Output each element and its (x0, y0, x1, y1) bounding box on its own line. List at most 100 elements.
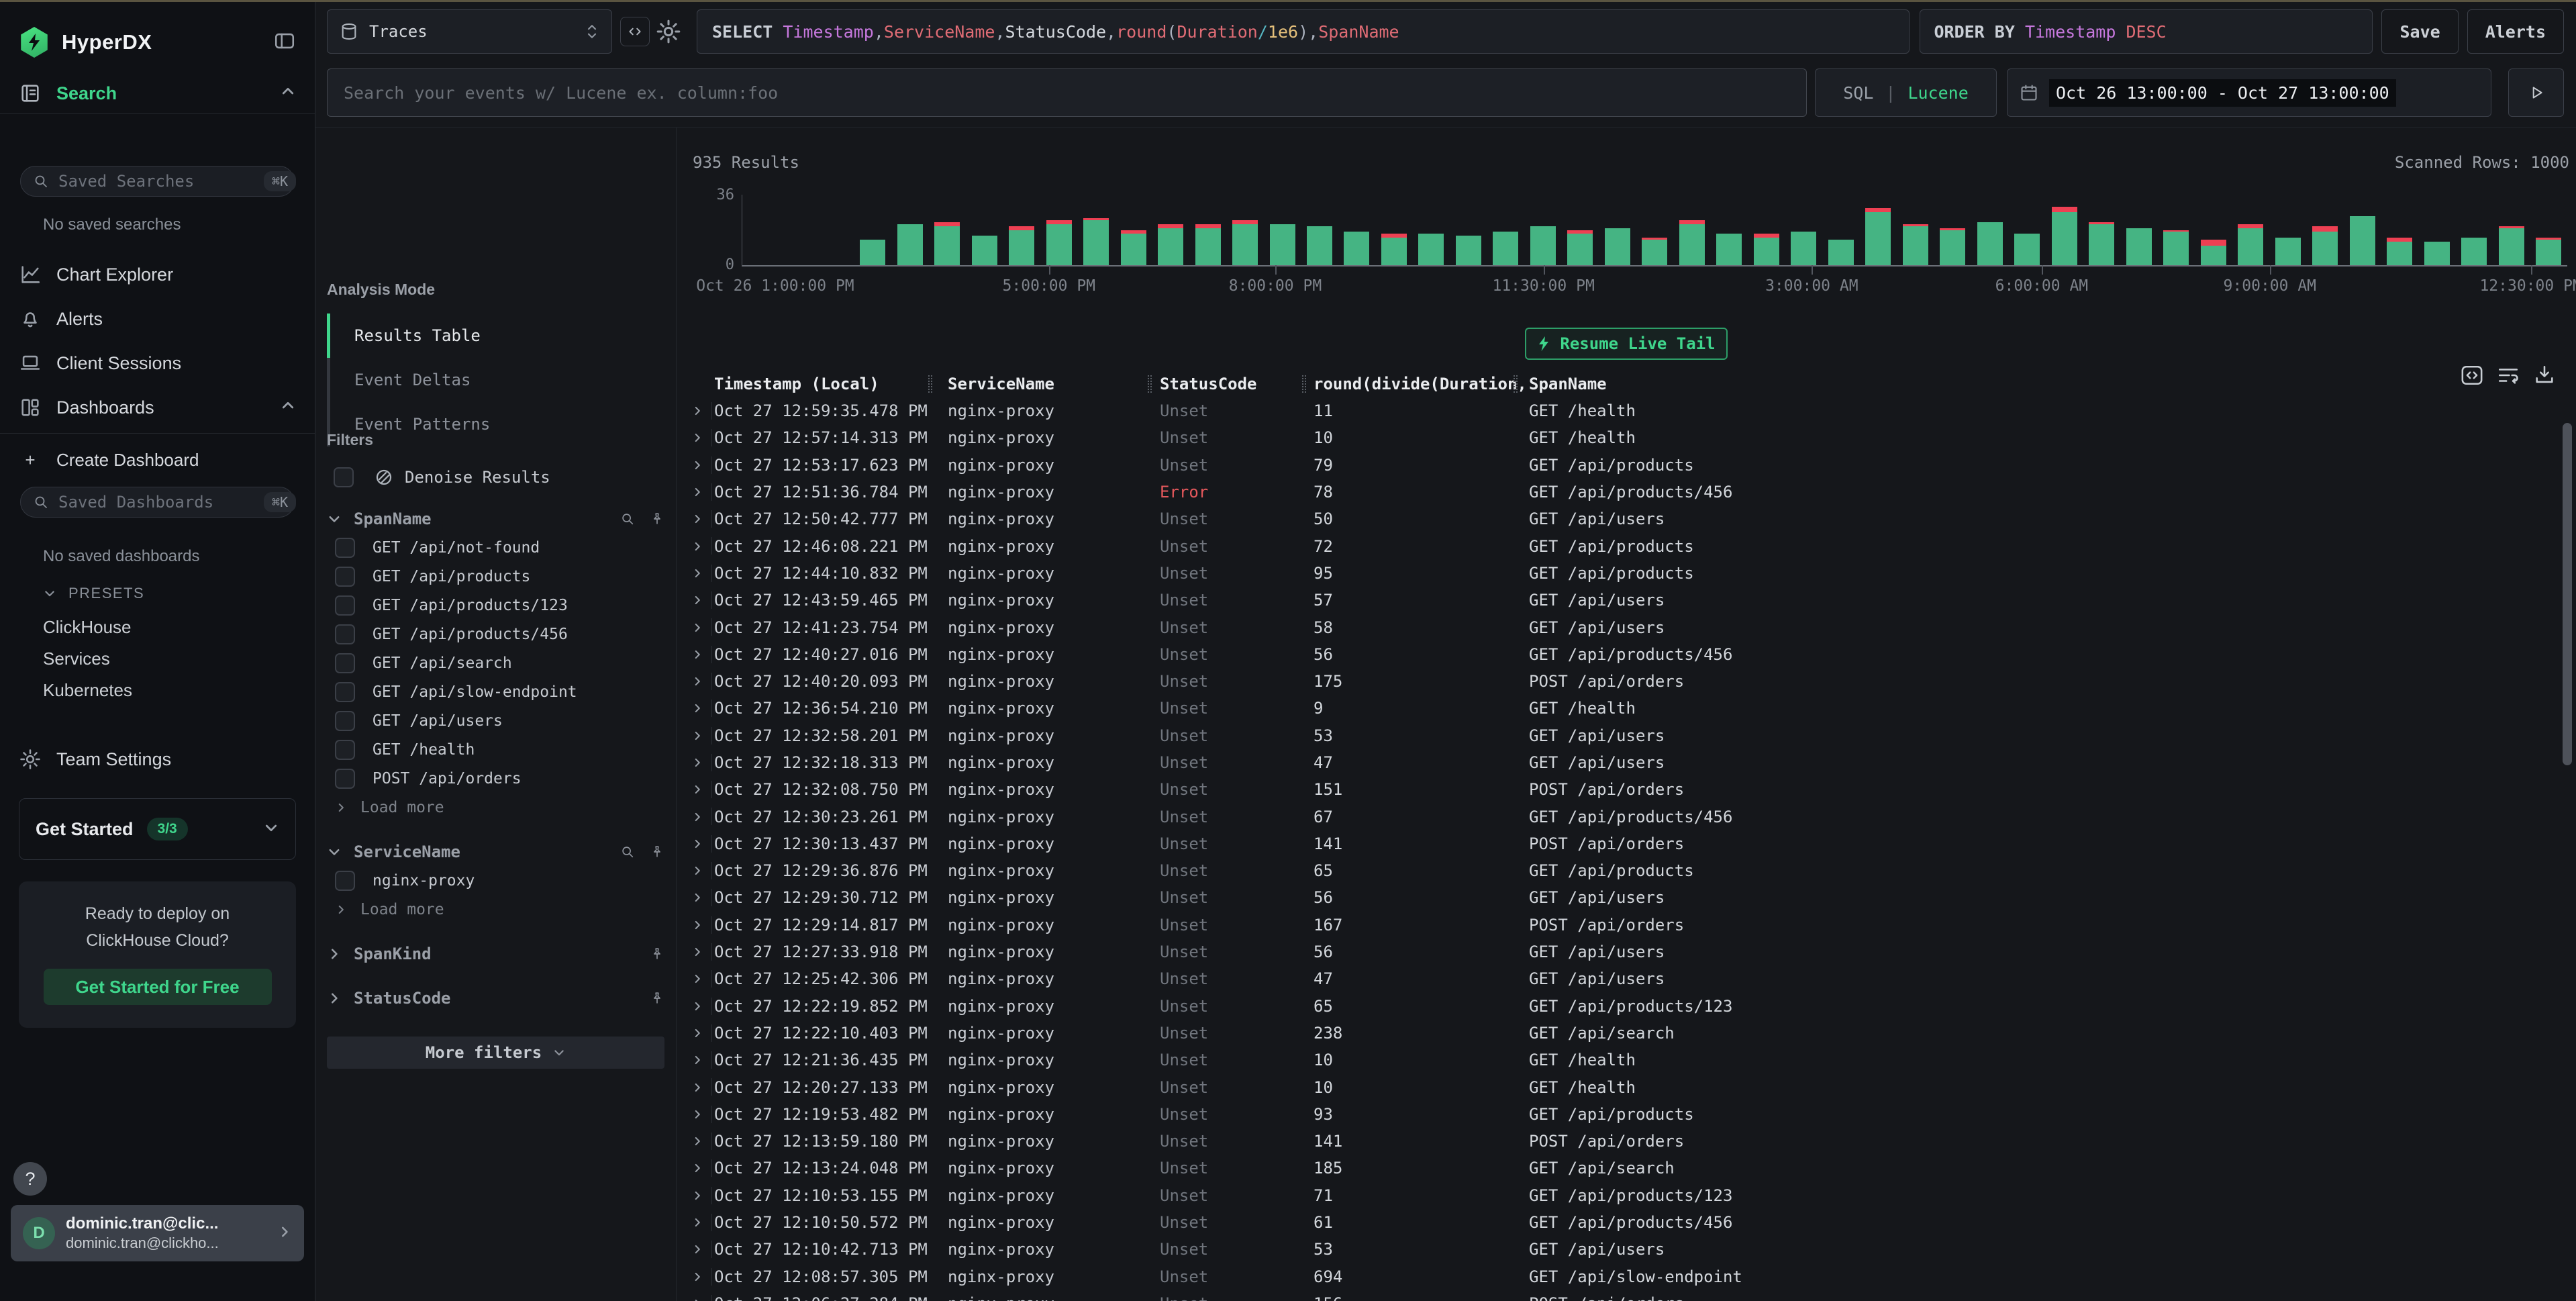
table-row[interactable]: Oct 27 12:10:50.572 PMnginx-proxyUnset61… (677, 1209, 2576, 1236)
histogram-bar[interactable] (2350, 216, 2375, 265)
search-input[interactable] (344, 83, 1790, 103)
presets-toggle[interactable]: PRESETS (43, 585, 315, 602)
table-row[interactable]: Oct 27 12:10:42.713 PMnginx-proxyUnset53… (677, 1236, 2576, 1263)
expand-row-icon[interactable] (691, 1271, 703, 1283)
table-row[interactable]: Oct 27 12:08:57.305 PMnginx-proxyUnset69… (677, 1263, 2576, 1290)
sidebar-item-client-sessions[interactable]: Client Sessions (0, 347, 315, 379)
histogram-bar[interactable] (1307, 226, 1332, 265)
table-row[interactable]: Oct 27 12:53:17.623 PMnginx-proxyUnset79… (677, 452, 2576, 479)
source-selector[interactable]: Traces (327, 9, 612, 54)
filter-option[interactable]: POST /api/orders (327, 764, 664, 793)
preset-kubernetes[interactable]: Kubernetes (43, 680, 132, 701)
create-dashboard-button[interactable]: + Create Dashboard (0, 444, 315, 476)
table-row[interactable]: Oct 27 12:30:23.261 PMnginx-proxyUnset67… (677, 803, 2576, 830)
checkbox[interactable] (334, 467, 354, 487)
denoise-results-toggle[interactable]: Denoise Results (334, 467, 550, 487)
filter-option[interactable]: GET /api/users (327, 706, 664, 735)
histogram-bar[interactable] (2163, 230, 2189, 265)
expand-row-icon[interactable] (691, 892, 703, 904)
sidebar-item-search[interactable]: Search (0, 77, 315, 109)
user-menu[interactable]: D dominic.tran@clic... dominic.tran@clic… (11, 1205, 304, 1261)
histogram-bar[interactable] (1121, 230, 1146, 265)
checkbox[interactable] (335, 682, 355, 702)
table-row[interactable]: Oct 27 12:36:54.210 PMnginx-proxyUnset9G… (677, 695, 2576, 722)
column-header-duration[interactable]: round(divide(Duration, (1314, 375, 1527, 393)
table-row[interactable]: Oct 27 12:43:59.465 PMnginx-proxyUnset57… (677, 587, 2576, 614)
histogram-bar[interactable] (2126, 228, 2152, 265)
histogram-bar[interactable] (1344, 232, 1369, 265)
checkbox[interactable] (335, 711, 355, 731)
sidebar-item-dashboards[interactable]: Dashboards (0, 391, 315, 424)
expand-row-icon[interactable] (691, 838, 703, 850)
expand-row-icon[interactable] (691, 459, 703, 471)
histogram-bar[interactable] (1716, 234, 1742, 265)
saved-searches-input[interactable]: ⌘K (20, 166, 295, 197)
sidebar-item-chart-explorer[interactable]: Chart Explorer (0, 258, 315, 291)
histogram-bar[interactable] (2536, 238, 2561, 265)
histogram-bar[interactable] (1530, 226, 1556, 265)
expand-row-icon[interactable] (691, 486, 703, 498)
alerts-button[interactable]: Alerts (2467, 9, 2564, 54)
table-row[interactable]: Oct 27 12:30:13.437 PMnginx-proxyUnset14… (677, 830, 2576, 857)
table-row[interactable]: Oct 27 12:13:59.180 PMnginx-proxyUnset14… (677, 1128, 2576, 1155)
table-row[interactable]: Oct 27 12:44:10.832 PMnginx-proxyUnset95… (677, 560, 2576, 587)
table-row[interactable]: Oct 27 12:06:27.284 PMnginx-proxyUnset15… (677, 1290, 2576, 1301)
histogram-bar[interactable] (1493, 232, 1518, 265)
expand-row-icon[interactable] (691, 702, 703, 714)
analysis-mode-event-patterns[interactable]: Event Patterns (354, 402, 490, 446)
select-query-input[interactable]: SELECT Timestamp,ServiceName,StatusCode,… (697, 9, 1910, 54)
table-row[interactable]: Oct 27 12:22:10.403 PMnginx-proxyUnset23… (677, 1020, 2576, 1047)
expand-row-icon[interactable] (691, 973, 703, 985)
source-settings-icon[interactable] (655, 18, 682, 45)
expand-row-icon[interactable] (691, 1108, 703, 1120)
histogram-bar[interactable] (1865, 208, 1891, 265)
table-row[interactable]: Oct 27 12:10:53.155 PMnginx-proxyUnset71… (677, 1182, 2576, 1209)
expand-row-icon[interactable] (691, 594, 703, 606)
expand-row-icon[interactable] (691, 1298, 703, 1301)
chevron-up-icon[interactable] (280, 83, 296, 104)
analysis-mode-results-table[interactable]: Results Table (354, 314, 490, 358)
pin-icon[interactable] (650, 512, 664, 526)
column-resize-handle[interactable] (1148, 375, 1152, 393)
sidebar-item-alerts[interactable]: Alerts (0, 303, 315, 335)
preset-clickhouse[interactable]: ClickHouse (43, 617, 132, 638)
table-row[interactable]: Oct 27 12:40:27.016 PMnginx-proxyUnset56… (677, 641, 2576, 668)
column-header-servicename[interactable]: ServiceName (948, 375, 1054, 393)
histogram-bar[interactable] (860, 240, 885, 265)
pin-icon[interactable] (650, 845, 664, 859)
histogram-bar[interactable] (1605, 228, 1630, 265)
checkbox[interactable] (335, 567, 355, 587)
expand-row-icon[interactable] (691, 1135, 703, 1147)
histogram-bar[interactable] (1418, 234, 1444, 265)
save-button[interactable]: Save (2381, 9, 2458, 54)
date-range-picker[interactable]: Oct 26 13:00:00 - Oct 27 13:00:00 (2007, 68, 2491, 117)
column-header-timestamp[interactable]: Timestamp (Local) (714, 375, 879, 393)
expand-row-icon[interactable] (691, 622, 703, 634)
filter-group-spankind[interactable]: SpanKind (327, 940, 664, 968)
expand-row-icon[interactable] (691, 405, 703, 417)
search-icon[interactable] (620, 845, 635, 859)
histogram-bar[interactable] (1977, 222, 2003, 265)
preset-services[interactable]: Services (43, 648, 110, 669)
expand-row-icon[interactable] (691, 432, 703, 444)
checkbox[interactable] (335, 538, 355, 558)
expand-row-icon[interactable] (691, 946, 703, 958)
lucene-toggle[interactable]: Lucene (1908, 83, 1968, 103)
histogram-bar[interactable] (2461, 238, 2487, 265)
filter-option[interactable]: GET /api/slow-endpoint (327, 677, 664, 706)
expand-row-icon[interactable] (691, 757, 703, 769)
filter-group-spanname[interactable]: SpanName (327, 505, 664, 533)
sql-toggle[interactable]: SQL (1843, 83, 1873, 103)
histogram-bar[interactable] (2201, 240, 2226, 265)
histogram-bar[interactable] (2312, 226, 2338, 265)
filter-group-servicename[interactable]: ServiceName (327, 838, 664, 866)
table-row[interactable]: Oct 27 12:50:42.777 PMnginx-proxyUnset50… (677, 505, 2576, 532)
get-started-toggle[interactable]: Get Started 3/3 (19, 798, 296, 860)
expand-row-icon[interactable] (691, 567, 703, 579)
histogram-bar[interactable] (2275, 238, 2301, 265)
histogram-bar[interactable] (1791, 232, 1816, 265)
table-row[interactable]: Oct 27 12:22:19.852 PMnginx-proxyUnset65… (677, 993, 2576, 1020)
sidebar-item-team-settings[interactable]: Team Settings (0, 743, 315, 775)
chevron-up-icon[interactable] (280, 397, 296, 418)
code-view-button[interactable] (620, 17, 650, 46)
